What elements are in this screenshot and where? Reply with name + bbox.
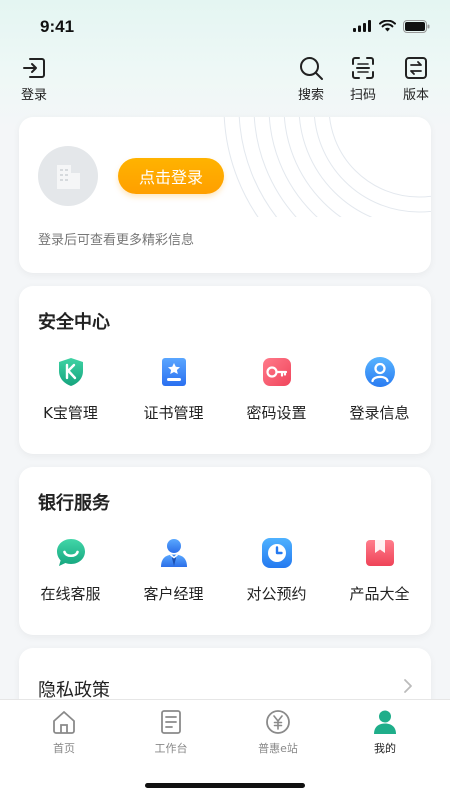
search-label: 搜索 — [297, 88, 324, 103]
online-service-item[interactable]: 在线客服 — [19, 537, 122, 604]
kbao-shield-icon — [58, 358, 83, 386]
scan-button[interactable]: 扫码 — [341, 55, 385, 103]
login-nav-label: 登录 — [20, 88, 47, 103]
bookmark-icon — [365, 540, 394, 566]
wifi-icon — [379, 20, 396, 32]
scan-icon — [352, 57, 374, 79]
tab-puhui-station[interactable]: 普惠e站 — [228, 708, 328, 756]
yuan-icon — [266, 710, 290, 734]
login-nav-button[interactable]: 登录 — [12, 55, 56, 103]
workbench-icon — [161, 710, 181, 734]
home-icon — [53, 711, 75, 734]
login-hint: 登录后可查看更多精彩信息 — [38, 233, 195, 248]
search-icon — [300, 57, 323, 80]
login-button[interactable]: 点击登录 — [118, 158, 224, 194]
version-icon — [405, 57, 427, 79]
security-center-title: 安全中心 — [38, 312, 110, 333]
all-products-item[interactable]: 产品大全 — [328, 537, 431, 604]
corporate-appointment-label: 对公预约 — [246, 585, 307, 603]
chat-smile-icon — [56, 539, 85, 566]
key-icon — [262, 358, 291, 386]
battery-icon — [403, 19, 430, 33]
scan-label: 扫码 — [349, 88, 376, 103]
certificate-management-label: 证书管理 — [143, 404, 204, 422]
online-service-label: 在线客服 — [40, 585, 101, 603]
bank-services-grid: 在线客服 客户经理 对公预约 产品大全 — [19, 537, 431, 604]
tab-workbench-label: 工作台 — [154, 742, 188, 755]
status-icons — [353, 19, 430, 33]
clock-icon — [261, 538, 292, 568]
account-manager-label: 客户经理 — [143, 585, 204, 603]
account-manager-item[interactable]: 客户经理 — [122, 537, 225, 604]
signal-icon — [353, 20, 371, 32]
kbao-management-item[interactable]: K宝管理 — [19, 356, 122, 423]
profile-icon — [374, 710, 396, 734]
password-settings-item[interactable]: 密码设置 — [225, 356, 328, 423]
avatar[interactable] — [38, 146, 98, 206]
version-label: 版本 — [402, 88, 429, 103]
decorative-arcs — [223, 117, 431, 217]
kbao-management-label: K宝管理 — [43, 404, 98, 422]
login-card: 点击登录 登录后可查看更多精彩信息 — [19, 117, 431, 273]
certificate-icon — [161, 358, 186, 386]
tab-mine[interactable]: 我的 — [335, 708, 435, 756]
status-bar: 9:41 — [0, 0, 450, 52]
password-settings-label: 密码设置 — [246, 404, 307, 422]
status-time: 9:41 — [40, 17, 75, 36]
search-button[interactable]: 搜索 — [289, 55, 333, 103]
security-grid: K宝管理 证书管理 密码设置 登录信息 — [19, 356, 431, 423]
building-icon — [57, 165, 80, 189]
bank-services-card: 银行服务 在线客服 客户经理 对公预约 产品大全 — [19, 467, 431, 635]
chevron-right-icon — [404, 679, 412, 693]
all-products-label: 产品大全 — [349, 585, 410, 603]
certificate-management-item[interactable]: 证书管理 — [122, 356, 225, 423]
login-icon — [23, 58, 45, 78]
tab-workbench[interactable]: 工作台 — [121, 708, 221, 756]
login-info-label: 登录信息 — [349, 404, 410, 422]
version-button[interactable]: 版本 — [394, 55, 438, 103]
manager-icon — [160, 539, 187, 567]
corporate-appointment-item[interactable]: 对公预约 — [225, 537, 328, 604]
home-indicator — [145, 783, 305, 788]
user-info-icon — [364, 357, 395, 387]
tab-puhui-station-label: 普惠e站 — [258, 742, 298, 755]
tab-mine-label: 我的 — [374, 742, 396, 755]
tab-home[interactable]: 首页 — [14, 708, 114, 756]
security-center-card: 安全中心 K宝管理 证书管理 密码设置 登录信息 — [19, 286, 431, 454]
login-info-item[interactable]: 登录信息 — [328, 356, 431, 423]
tab-home-label: 首页 — [53, 742, 75, 755]
top-nav: 登录 搜索 扫码 版本 — [0, 55, 450, 105]
bank-services-title: 银行服务 — [38, 493, 110, 514]
